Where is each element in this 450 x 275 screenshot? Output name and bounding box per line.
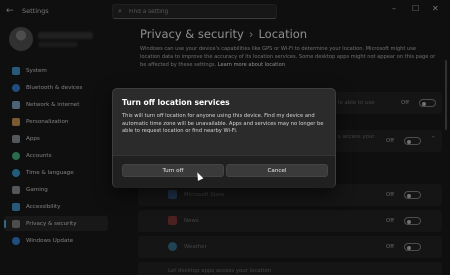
turn-off-button[interactable]: Turn off: [122, 164, 224, 177]
cancel-button[interactable]: Cancel: [226, 164, 328, 177]
dialog-footer: Turn off Cancel: [113, 155, 335, 188]
dialog-title: Turn off location services: [122, 98, 230, 107]
turn-off-location-dialog: Turn off location services This will tur…: [112, 88, 336, 188]
dialog-message: This will turn off location for anyone u…: [122, 113, 324, 135]
